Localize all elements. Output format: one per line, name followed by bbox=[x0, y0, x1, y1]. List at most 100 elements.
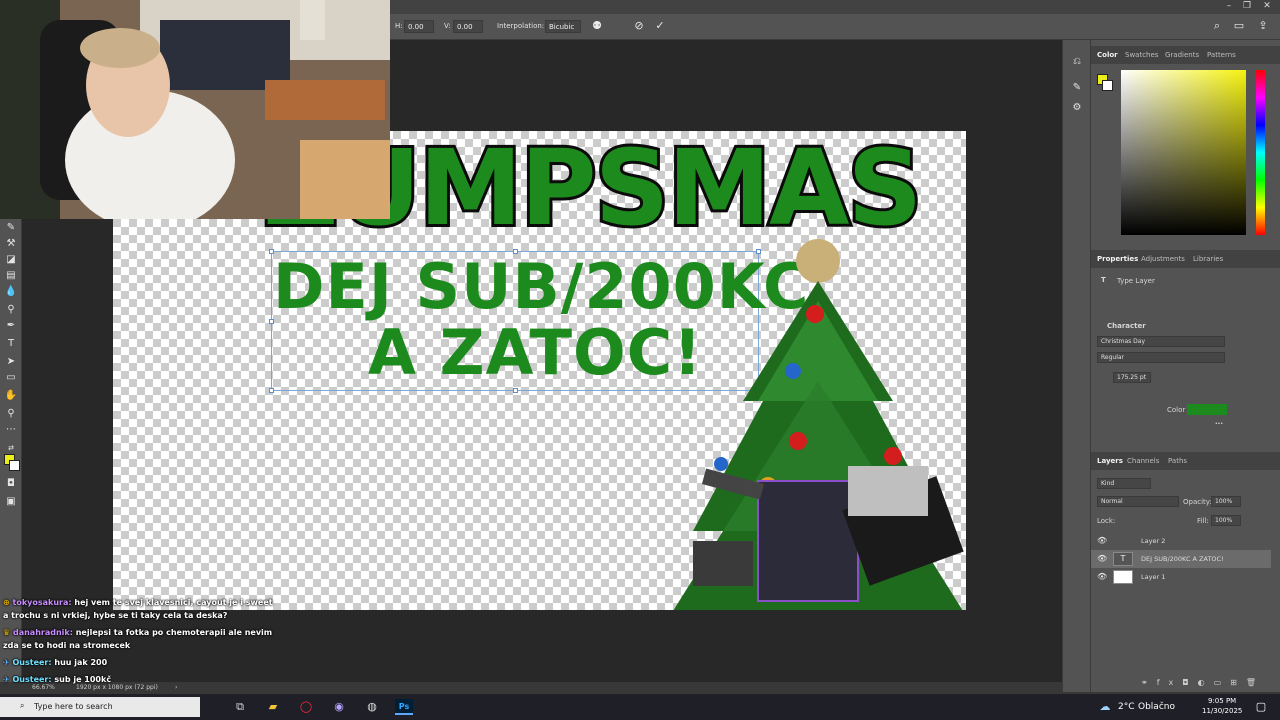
layer-row[interactable]: 👁 Layer 2 bbox=[1091, 532, 1271, 550]
close-button[interactable]: ✕ bbox=[1260, 1, 1274, 12]
chat-message: ♛ danahradnik: nejlepsi ta fotka po chem… bbox=[3, 628, 273, 637]
tab-patterns[interactable]: Patterns bbox=[1207, 51, 1236, 59]
task-view-icon[interactable]: ⧉ bbox=[231, 699, 249, 715]
file-explorer-icon[interactable]: ▰ bbox=[264, 699, 282, 715]
chat-username: danahradnik: bbox=[12, 628, 73, 637]
tab-libraries[interactable]: Libraries bbox=[1193, 255, 1223, 263]
workspace-icon[interactable]: ▭ bbox=[1232, 19, 1246, 33]
app-icon[interactable]: ◍ bbox=[363, 699, 381, 715]
fill-label: Fill: bbox=[1197, 517, 1209, 525]
tab-layers[interactable]: Layers bbox=[1097, 457, 1123, 465]
eye-icon[interactable]: 👁 bbox=[1097, 554, 1107, 563]
eraser-tool-icon[interactable]: ◪ bbox=[3, 252, 19, 268]
path-selection-tool-icon[interactable]: ➤ bbox=[3, 354, 19, 370]
fill-field[interactable]: 100% bbox=[1211, 515, 1241, 526]
layer-name: DEJ SUB/200KC A ZATOC! bbox=[1141, 555, 1224, 563]
type-tool-icon[interactable]: T bbox=[3, 336, 19, 352]
webcam-overlay bbox=[0, 0, 390, 219]
chat-message: ⊕ tokyosakura: hej vem te svej klavesnic… bbox=[3, 598, 273, 607]
layer-row[interactable]: 👁 Layer 1 bbox=[1091, 568, 1271, 586]
more-options-icon[interactable]: ··· bbox=[1215, 420, 1223, 428]
screen-mode-icon[interactable]: ▣ bbox=[3, 494, 19, 510]
obs-icon[interactable]: ◉ bbox=[330, 699, 348, 715]
search-placeholder: Type here to search bbox=[34, 702, 113, 711]
hue-slider[interactable] bbox=[1256, 70, 1265, 235]
color-panel-bg-swatch[interactable] bbox=[1102, 80, 1113, 91]
blue-bauble bbox=[785, 363, 801, 379]
chat-username: tokyosakura: bbox=[12, 598, 72, 607]
eye-icon[interactable]: 👁 bbox=[1097, 572, 1107, 581]
share-icon[interactable]: ⇪ bbox=[1256, 19, 1270, 33]
restore-button[interactable]: ❐ bbox=[1240, 1, 1254, 12]
color-picker-field[interactable] bbox=[1121, 70, 1246, 235]
red-bauble bbox=[789, 432, 807, 450]
cancel-transform-icon[interactable]: ⊘ bbox=[632, 19, 646, 33]
blue-bauble bbox=[714, 457, 728, 471]
clone-stamp-tool-icon[interactable]: ⚒ bbox=[3, 236, 19, 252]
gradient-tool-icon[interactable]: ▤ bbox=[3, 268, 19, 284]
text-color-swatch[interactable] bbox=[1187, 404, 1227, 415]
weather-temp: 2°C bbox=[1118, 702, 1135, 712]
brush-tool-icon[interactable]: ✎ bbox=[3, 220, 19, 236]
tab-color[interactable]: Color bbox=[1097, 51, 1118, 59]
layer-row[interactable]: 👁 T DEJ SUB/200KC A ZATOC! bbox=[1091, 550, 1271, 568]
brush-settings-icon[interactable]: ✎ bbox=[1069, 80, 1085, 96]
tab-paths[interactable]: Paths bbox=[1168, 457, 1187, 465]
notification-icon[interactable]: ▢ bbox=[1252, 699, 1270, 715]
zoom-tool-icon[interactable]: ⚲ bbox=[3, 406, 19, 422]
character-section-title: Character bbox=[1107, 322, 1146, 330]
rectangle-tool-icon[interactable]: ▭ bbox=[3, 370, 19, 386]
commit-transform-icon[interactable]: ✓ bbox=[653, 19, 667, 33]
blend-mode-select[interactable]: Normal bbox=[1097, 496, 1179, 507]
warp-icon[interactable]: ⚉ bbox=[590, 19, 604, 33]
photoshop-icon[interactable]: Ps bbox=[395, 699, 413, 715]
transform-handle[interactable] bbox=[269, 388, 274, 393]
minimize-button[interactable]: – bbox=[1222, 1, 1236, 12]
tab-adjustments[interactable]: Adjustments bbox=[1141, 255, 1185, 263]
history-icon[interactable]: ⎌ bbox=[1069, 54, 1085, 70]
h-input[interactable]: 0.00 bbox=[404, 20, 434, 33]
search-icon: ⌕ bbox=[20, 701, 25, 710]
clock-time[interactable]: 9:05 PM bbox=[1208, 697, 1236, 705]
chat-text: nejlepsi ta fotka po chemoterapii ale ne… bbox=[75, 628, 273, 637]
taskbar-search-input[interactable]: ⌕ Type here to search bbox=[0, 697, 200, 717]
interpolation-label: Interpolation: bbox=[497, 22, 545, 30]
layer-filter-kind[interactable]: Kind bbox=[1097, 478, 1151, 489]
opera-icon[interactable]: ◯ bbox=[297, 699, 315, 715]
windows-taskbar: ⌕ Type here to search ⧉ ▰ ◯ ◉ ◍ Ps ☁ 2°C… bbox=[0, 694, 1280, 720]
opacity-field[interactable]: 100% bbox=[1211, 496, 1241, 507]
adjust-icon[interactable]: ⚙ bbox=[1069, 100, 1085, 116]
panel-icons-strip: ⎌ ✎ ⚙ bbox=[1062, 40, 1090, 692]
power-supply bbox=[693, 541, 753, 586]
lock-label: Lock: bbox=[1097, 517, 1116, 525]
font-style-select[interactable]: Regular bbox=[1097, 352, 1225, 363]
interpolation-select[interactable]: Bicubic bbox=[545, 20, 581, 33]
search-icon[interactable]: ⌕ bbox=[1210, 19, 1224, 33]
weather-icon[interactable]: ☁ bbox=[1096, 699, 1114, 715]
more-tools-icon[interactable]: ⋯ bbox=[3, 422, 19, 438]
pc-case bbox=[757, 480, 859, 602]
layer-name: Layer 1 bbox=[1141, 573, 1166, 581]
chat-text: huu jak 200 bbox=[54, 658, 108, 667]
pen-tool-icon[interactable]: ✒ bbox=[3, 318, 19, 334]
hand-tool-icon[interactable]: ✋ bbox=[3, 388, 19, 404]
quick-mask-icon[interactable]: ◘ bbox=[3, 476, 19, 492]
dodge-tool-icon[interactable]: ⚲ bbox=[3, 302, 19, 318]
layer-thumbnail bbox=[1113, 570, 1133, 584]
christmas-tree-illustration bbox=[673, 239, 964, 610]
eye-icon[interactable]: 👁 bbox=[1097, 536, 1107, 545]
clock-date[interactable]: 11/30/2025 bbox=[1202, 707, 1242, 715]
font-size-field[interactable]: 175.25 pt bbox=[1113, 372, 1151, 383]
tab-channels[interactable]: Channels bbox=[1127, 457, 1159, 465]
type-layer-icon: T bbox=[1101, 276, 1106, 284]
font-family-select[interactable]: Christmas Day bbox=[1097, 336, 1225, 347]
tab-swatches[interactable]: Swatches bbox=[1125, 51, 1158, 59]
tab-properties[interactable]: Properties bbox=[1097, 255, 1138, 263]
right-panel-dock: Color Swatches Gradients Patterns Proper… bbox=[1090, 40, 1280, 692]
cpu-box bbox=[848, 466, 928, 516]
v-input[interactable]: 0.00 bbox=[453, 20, 483, 33]
type-layer-thumbnail: T bbox=[1113, 552, 1133, 566]
blur-tool-icon[interactable]: 💧 bbox=[3, 284, 19, 300]
background-color-swatch[interactable] bbox=[9, 460, 20, 471]
tab-gradients[interactable]: Gradients bbox=[1165, 51, 1199, 59]
